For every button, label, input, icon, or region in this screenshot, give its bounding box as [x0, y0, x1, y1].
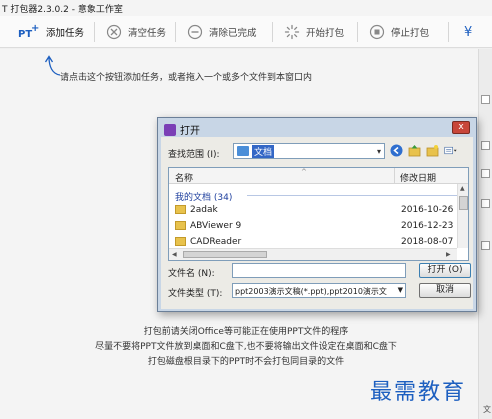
scroll-left-icon[interactable]: ◀	[172, 251, 177, 258]
documents-folder-icon	[237, 146, 249, 156]
file-name: ABViewer 9	[190, 221, 242, 231]
note-line: 尽量不要将PPT文件放到桌面和C盘下,也不要将输出文件设定在桌面和C盘下	[95, 342, 397, 352]
new-folder-icon[interactable]	[426, 144, 439, 157]
dialog-body: 查找范围 (I): 文档 ▾ 名称 ^ 修改日期 我的文档 (34) 2adak…	[161, 137, 473, 309]
scroll-thumb[interactable]	[183, 251, 267, 258]
folder-icon	[175, 237, 186, 246]
open-button[interactable]: 打开 (O)	[419, 263, 471, 278]
view-menu-icon[interactable]	[444, 144, 457, 157]
back-icon[interactable]	[390, 144, 403, 157]
list-item[interactable]: ABViewer 9 2016-12-23 11:	[169, 218, 459, 234]
watermark-text: 最需教育	[370, 380, 467, 405]
toolbar-divider	[94, 22, 95, 42]
note-line: 打包磁盘根目录下的PPT时不会打包同目录的文件	[147, 357, 345, 367]
open-file-dialog: 打开 x 查找范围 (I): 文档 ▾ 名称 ^ 修改日期 我的文档 (34) …	[157, 117, 477, 312]
svg-text:+: +	[31, 23, 39, 34]
filename-label: 文件名 (N):	[168, 269, 215, 279]
dialog-titlebar: 打开	[164, 122, 200, 137]
file-date: 2016-12-23 11:	[401, 221, 459, 231]
filetype-select[interactable]: ppt2003演示文稿(*.ppt),ppt2010演示文 ▼	[232, 283, 406, 298]
dialog-title: 打开	[180, 126, 200, 137]
file-date: 2016-10-26 13:	[401, 205, 459, 215]
column-divider[interactable]	[394, 168, 395, 184]
group-divider	[247, 195, 457, 196]
file-name: CADReader	[190, 237, 242, 247]
chevron-down-icon: ▼	[397, 286, 403, 294]
toolbar-divider	[357, 22, 358, 42]
clear-tasks-label: 清空任务	[128, 28, 167, 39]
filetype-value: ppt2003演示文稿(*.ppt),ppt2010演示文	[235, 287, 387, 296]
scroll-up-icon[interactable]: ▲	[460, 185, 465, 192]
option-checkbox[interactable]	[481, 199, 490, 208]
stop-pack-button[interactable]: 停止打包	[369, 20, 429, 44]
cancel-button[interactable]: 取消	[419, 283, 471, 298]
sort-arrow-icon: ^	[301, 168, 307, 176]
option-checkbox[interactable]	[481, 141, 490, 150]
filename-input[interactable]	[232, 263, 406, 278]
look-in-select[interactable]: 文档 ▾	[233, 143, 385, 159]
horizontal-scrollbar[interactable]: ◀ ▶	[169, 248, 457, 260]
folder-icon	[175, 221, 186, 230]
packing-notes: 打包前请关闭Office等可能正在使用PPT文件的程序 尽量不要将PPT文件放到…	[0, 325, 492, 370]
option-checkbox[interactable]	[481, 169, 490, 178]
look-in-label: 查找范围 (I):	[168, 150, 220, 160]
donate-button[interactable]: ¥	[464, 20, 472, 44]
toolbar-divider	[272, 22, 273, 42]
toolbar-divider	[175, 22, 176, 42]
file-name: 2adak	[190, 205, 218, 215]
file-date: 2018-08-07 14:	[401, 237, 459, 247]
folder-icon	[175, 205, 186, 214]
clear-icon	[106, 24, 122, 40]
window-title: T 打包器2.3.0.2 - 意象工作室	[2, 5, 123, 15]
remove-completed-label: 清除已完成	[209, 28, 257, 39]
watermark-edge-text: 文	[483, 405, 491, 414]
scroll-right-icon[interactable]: ▶	[446, 251, 451, 258]
yen-icon: ¥	[464, 24, 473, 40]
main-toolbar: PT + 添加任务 清空任务 清除已完成 开始打包 停止打包 ¥	[0, 16, 492, 48]
dialog-nav-toolbar	[390, 144, 457, 157]
file-list-header: 名称 ^ 修改日期	[169, 168, 468, 184]
add-task-hint: 请点击这个按钮添加任务，或者拖入一个或多个文件到本窗口内	[60, 73, 313, 83]
look-in-value: 文档	[252, 144, 275, 158]
column-name-header[interactable]: 名称	[175, 171, 193, 184]
up-folder-icon[interactable]	[408, 144, 421, 157]
start-pack-label: 开始打包	[306, 28, 345, 39]
start-pack-button[interactable]: 开始打包	[284, 20, 344, 44]
file-list[interactable]: 名称 ^ 修改日期 我的文档 (34) 2adak 2016-10-26 13:…	[168, 167, 469, 261]
spinner-icon	[284, 24, 300, 40]
add-task-label: 添加任务	[46, 28, 85, 39]
list-item[interactable]: 2adak 2016-10-26 13:	[169, 202, 459, 218]
option-checkbox[interactable]	[481, 95, 490, 104]
stop-icon	[369, 24, 385, 40]
vertical-scrollbar[interactable]: ▲	[457, 184, 468, 248]
chevron-down-icon: ▾	[376, 147, 381, 156]
remove-completed-button[interactable]: 清除已完成	[187, 20, 257, 44]
app-icon	[164, 123, 176, 136]
add-task-button[interactable]: PT + 添加任务	[18, 20, 84, 44]
close-icon: x	[458, 122, 464, 132]
filetype-label: 文件类型 (T):	[168, 289, 223, 299]
column-date-header[interactable]: 修改日期	[400, 171, 436, 184]
window-titlebar: T 打包器2.3.0.2 - 意象工作室	[0, 0, 492, 16]
remove-icon	[187, 24, 203, 40]
stop-pack-label: 停止打包	[391, 28, 430, 39]
scroll-thumb[interactable]	[459, 196, 468, 210]
toolbar-divider	[448, 22, 449, 42]
dialog-close-button[interactable]: x	[452, 121, 470, 134]
ppt-plus-icon: PT +	[18, 23, 40, 41]
note-line: 打包前请关闭Office等可能正在使用PPT文件的程序	[143, 327, 349, 337]
option-checkbox[interactable]	[481, 241, 490, 250]
clear-tasks-button[interactable]: 清空任务	[106, 20, 166, 44]
